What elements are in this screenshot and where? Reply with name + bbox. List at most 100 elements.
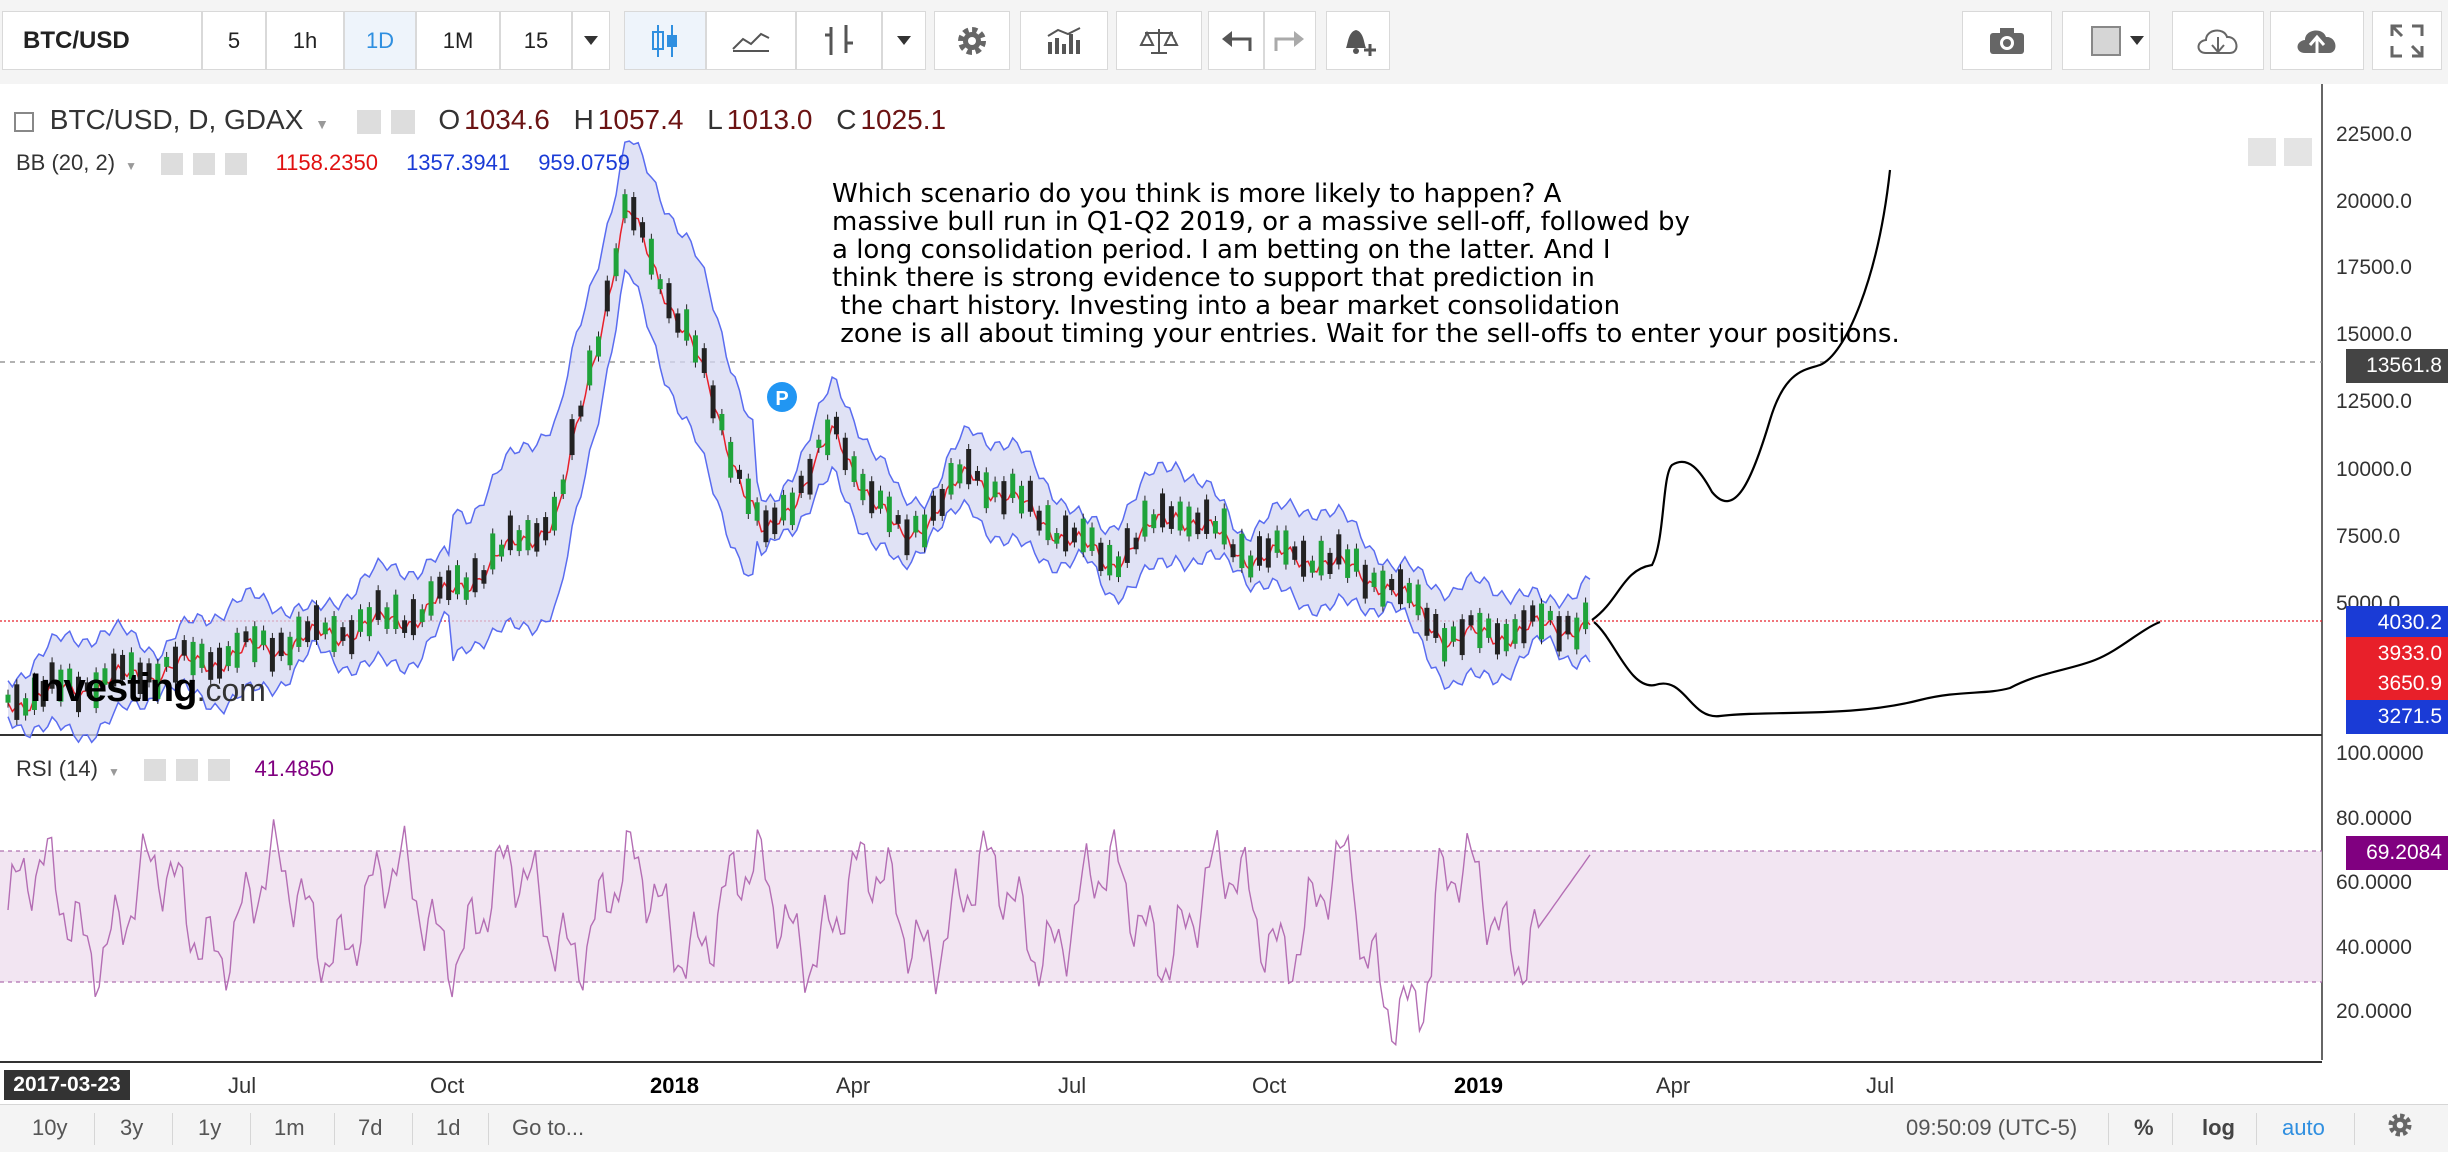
save-chart-button[interactable] — [2270, 11, 2364, 70]
style-dropdown-button[interactable] — [882, 11, 926, 70]
log-scale-button[interactable]: log — [2202, 1115, 2235, 1141]
fullscreen-button[interactable] — [2372, 11, 2442, 70]
candle — [454, 560, 460, 600]
range-7d-button[interactable]: 7d — [358, 1115, 382, 1141]
candle — [296, 611, 302, 652]
candle — [692, 330, 698, 368]
candle — [1124, 523, 1130, 568]
cloud-download-icon — [2197, 29, 2238, 54]
range-1y-button[interactable]: 1y — [198, 1115, 221, 1141]
line-style-button[interactable] — [706, 11, 796, 70]
collapse-pane-icon[interactable] — [14, 111, 34, 132]
gear-icon[interactable] — [390, 109, 415, 134]
bb-upper-value: 1357.3941 — [406, 150, 511, 175]
scroll-down-control[interactable] — [2248, 138, 2276, 166]
divider — [250, 1113, 251, 1145]
candle — [428, 576, 434, 621]
candle — [534, 518, 540, 557]
time-tick: Apr — [1656, 1073, 1691, 1098]
chevron-down-icon[interactable]: ▼ — [108, 765, 120, 779]
scroll-up-control[interactable] — [2284, 138, 2312, 166]
candle — [1512, 614, 1518, 649]
top-toolbar: BTC/USD 5 1h 1D 1M 15 — [0, 0, 2448, 85]
candle — [939, 483, 945, 521]
settings-button[interactable] — [2386, 1111, 2414, 1145]
line-chart-icon — [732, 32, 770, 52]
candle — [1433, 609, 1439, 643]
compare-button[interactable] — [1116, 11, 1202, 70]
candle — [1221, 503, 1227, 550]
candle — [1477, 607, 1483, 654]
high-label: H — [573, 104, 594, 135]
candle — [948, 458, 954, 500]
candle — [269, 632, 275, 677]
ohlc-bars-icon — [825, 24, 853, 55]
price-tick: 7500.0 — [2336, 525, 2401, 548]
text-annotation[interactable]: Which scenario do you think is more like… — [832, 180, 1900, 348]
range-1m-button[interactable]: 1m — [274, 1115, 305, 1141]
price-axis-label: 4030.2 — [2346, 606, 2448, 640]
divider — [2354, 1113, 2355, 1145]
eye-icon[interactable] — [144, 759, 167, 782]
interval-dropdown-button[interactable] — [572, 11, 610, 70]
clock-display[interactable]: 09:50:09 (UTC-5) — [1906, 1115, 2077, 1141]
rsi-band-fill — [0, 851, 2322, 982]
undo-button[interactable] — [1208, 11, 1264, 70]
candle — [604, 275, 610, 317]
add-alert-button[interactable] — [1326, 11, 1390, 70]
price-axis-label: 13561.8 — [2346, 349, 2448, 383]
chevron-down-icon[interactable]: ▼ — [125, 159, 137, 173]
candle — [1583, 597, 1589, 635]
candle — [1080, 513, 1086, 558]
percent-scale-button[interactable]: % — [2134, 1115, 2154, 1141]
range-3y-button[interactable]: 3y — [120, 1115, 143, 1141]
bars-style-button[interactable] — [796, 11, 882, 70]
candle — [666, 278, 672, 324]
gear-icon[interactable] — [176, 759, 199, 782]
range-10y-button[interactable]: 10y — [32, 1115, 67, 1141]
range-1d-button[interactable]: 1d — [436, 1115, 460, 1141]
interval-1d-button[interactable]: 1D — [344, 11, 416, 70]
candle — [966, 444, 972, 490]
close-icon[interactable] — [225, 153, 248, 176]
gear-icon[interactable] — [193, 153, 216, 176]
auto-scale-button[interactable]: auto — [2282, 1115, 2325, 1141]
candle — [1265, 533, 1271, 573]
load-chart-button[interactable] — [2172, 11, 2264, 70]
eye-icon[interactable] — [161, 153, 184, 176]
divider — [334, 1113, 335, 1145]
candle — [922, 509, 928, 553]
candle — [551, 491, 557, 536]
candles-style-button[interactable] — [624, 11, 706, 70]
cloud-upload-icon — [2297, 30, 2336, 53]
interval-1h-button[interactable]: 1h — [266, 11, 344, 70]
symbol-input[interactable]: BTC/USD — [2, 11, 202, 70]
indicators-button[interactable] — [1020, 11, 1108, 70]
candle — [781, 489, 787, 526]
redo-button[interactable] — [1264, 11, 1316, 70]
candle — [613, 243, 619, 282]
interval-15-button[interactable]: 15 — [500, 11, 572, 70]
close-icon[interactable] — [208, 759, 231, 782]
candle — [1010, 468, 1016, 504]
divider — [94, 1113, 95, 1145]
goto-date-button[interactable]: Go to... — [512, 1115, 584, 1141]
candle — [569, 414, 575, 461]
eye-icon[interactable] — [356, 109, 381, 134]
candle — [701, 343, 707, 378]
bb-label: BB (20, 2) — [16, 150, 116, 175]
chevron-down-icon — [584, 35, 598, 45]
bell-plus-icon — [1346, 29, 1376, 56]
candle — [1142, 495, 1148, 542]
candle — [278, 627, 284, 662]
candle — [622, 189, 628, 224]
interval-5-button[interactable]: 5 — [202, 11, 266, 70]
chevron-down-icon[interactable]: ▼ — [315, 116, 329, 132]
snapshot-button[interactable] — [1962, 11, 2052, 70]
rsi-value: 41.4850 — [254, 756, 334, 781]
main-legend: BTC/USD, D, GDAX ▼ O 1034.6 H 1057.4 L 1013… — [14, 104, 950, 136]
settings-button[interactable] — [934, 11, 1010, 70]
layout-dropdown-button[interactable] — [2116, 11, 2158, 70]
interval-1m-button[interactable]: 1M — [416, 11, 500, 70]
candle — [1539, 598, 1545, 645]
